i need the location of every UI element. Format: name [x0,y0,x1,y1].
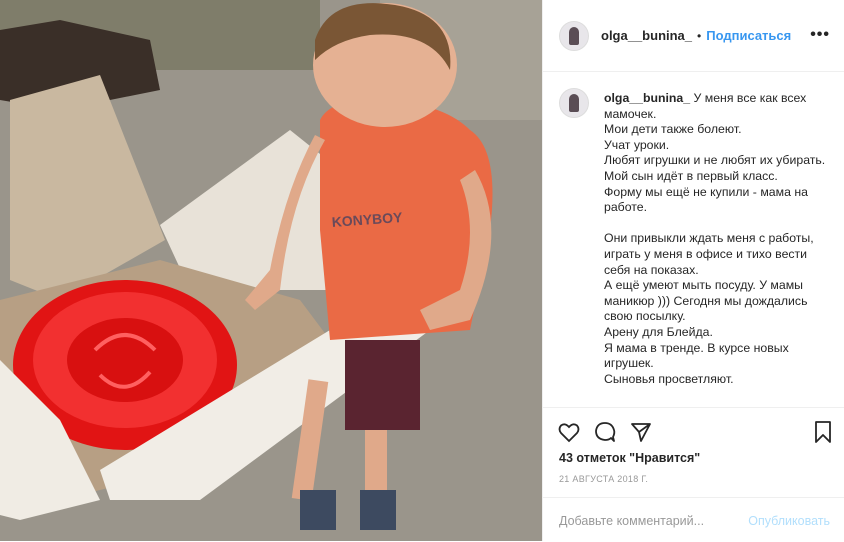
add-comment-bar: Добавьте комментарий... Опубликовать [543,497,844,542]
caption-author-avatar[interactable] [559,88,589,118]
caption-text-block: olga__bunina_ У меня все как всех мамоче… [604,91,826,387]
share-icon[interactable] [629,420,653,444]
post-header: olga__bunina_ • Подписаться ••• [543,0,844,72]
comment-bubble-icon[interactable] [593,420,617,444]
caption-body: У меня все как всех мамочек. Мои дети та… [604,91,826,386]
header-separator: • [697,28,702,43]
comment-input[interactable]: Добавьте комментарий... [559,514,704,528]
bookmark-icon[interactable] [811,420,835,444]
photo-illustration: KONYBOY [0,0,542,541]
author-username[interactable]: olga__bunina_ [601,28,692,43]
post-side-panel: olga__bunina_ • Подписаться ••• olga__bu… [542,0,844,541]
post-actions-bar [543,407,844,452]
author-avatar[interactable] [559,20,589,51]
follow-button[interactable]: Подписаться [706,28,791,43]
caption-username[interactable]: olga__bunina_ [604,91,690,105]
more-options-icon[interactable]: ••• [810,26,830,44]
publish-button[interactable]: Опубликовать [748,514,830,528]
heart-icon[interactable] [557,420,581,444]
post-photo[interactable]: KONYBOY [0,0,542,541]
likes-count[interactable]: 43 отметок "Нравится" [559,451,700,465]
post-date[interactable]: 21 АВГУСТА 2018 Г. [559,474,648,484]
comments-section[interactable]: olga__bunina_ У меня все как всех мамоче… [543,72,844,406]
